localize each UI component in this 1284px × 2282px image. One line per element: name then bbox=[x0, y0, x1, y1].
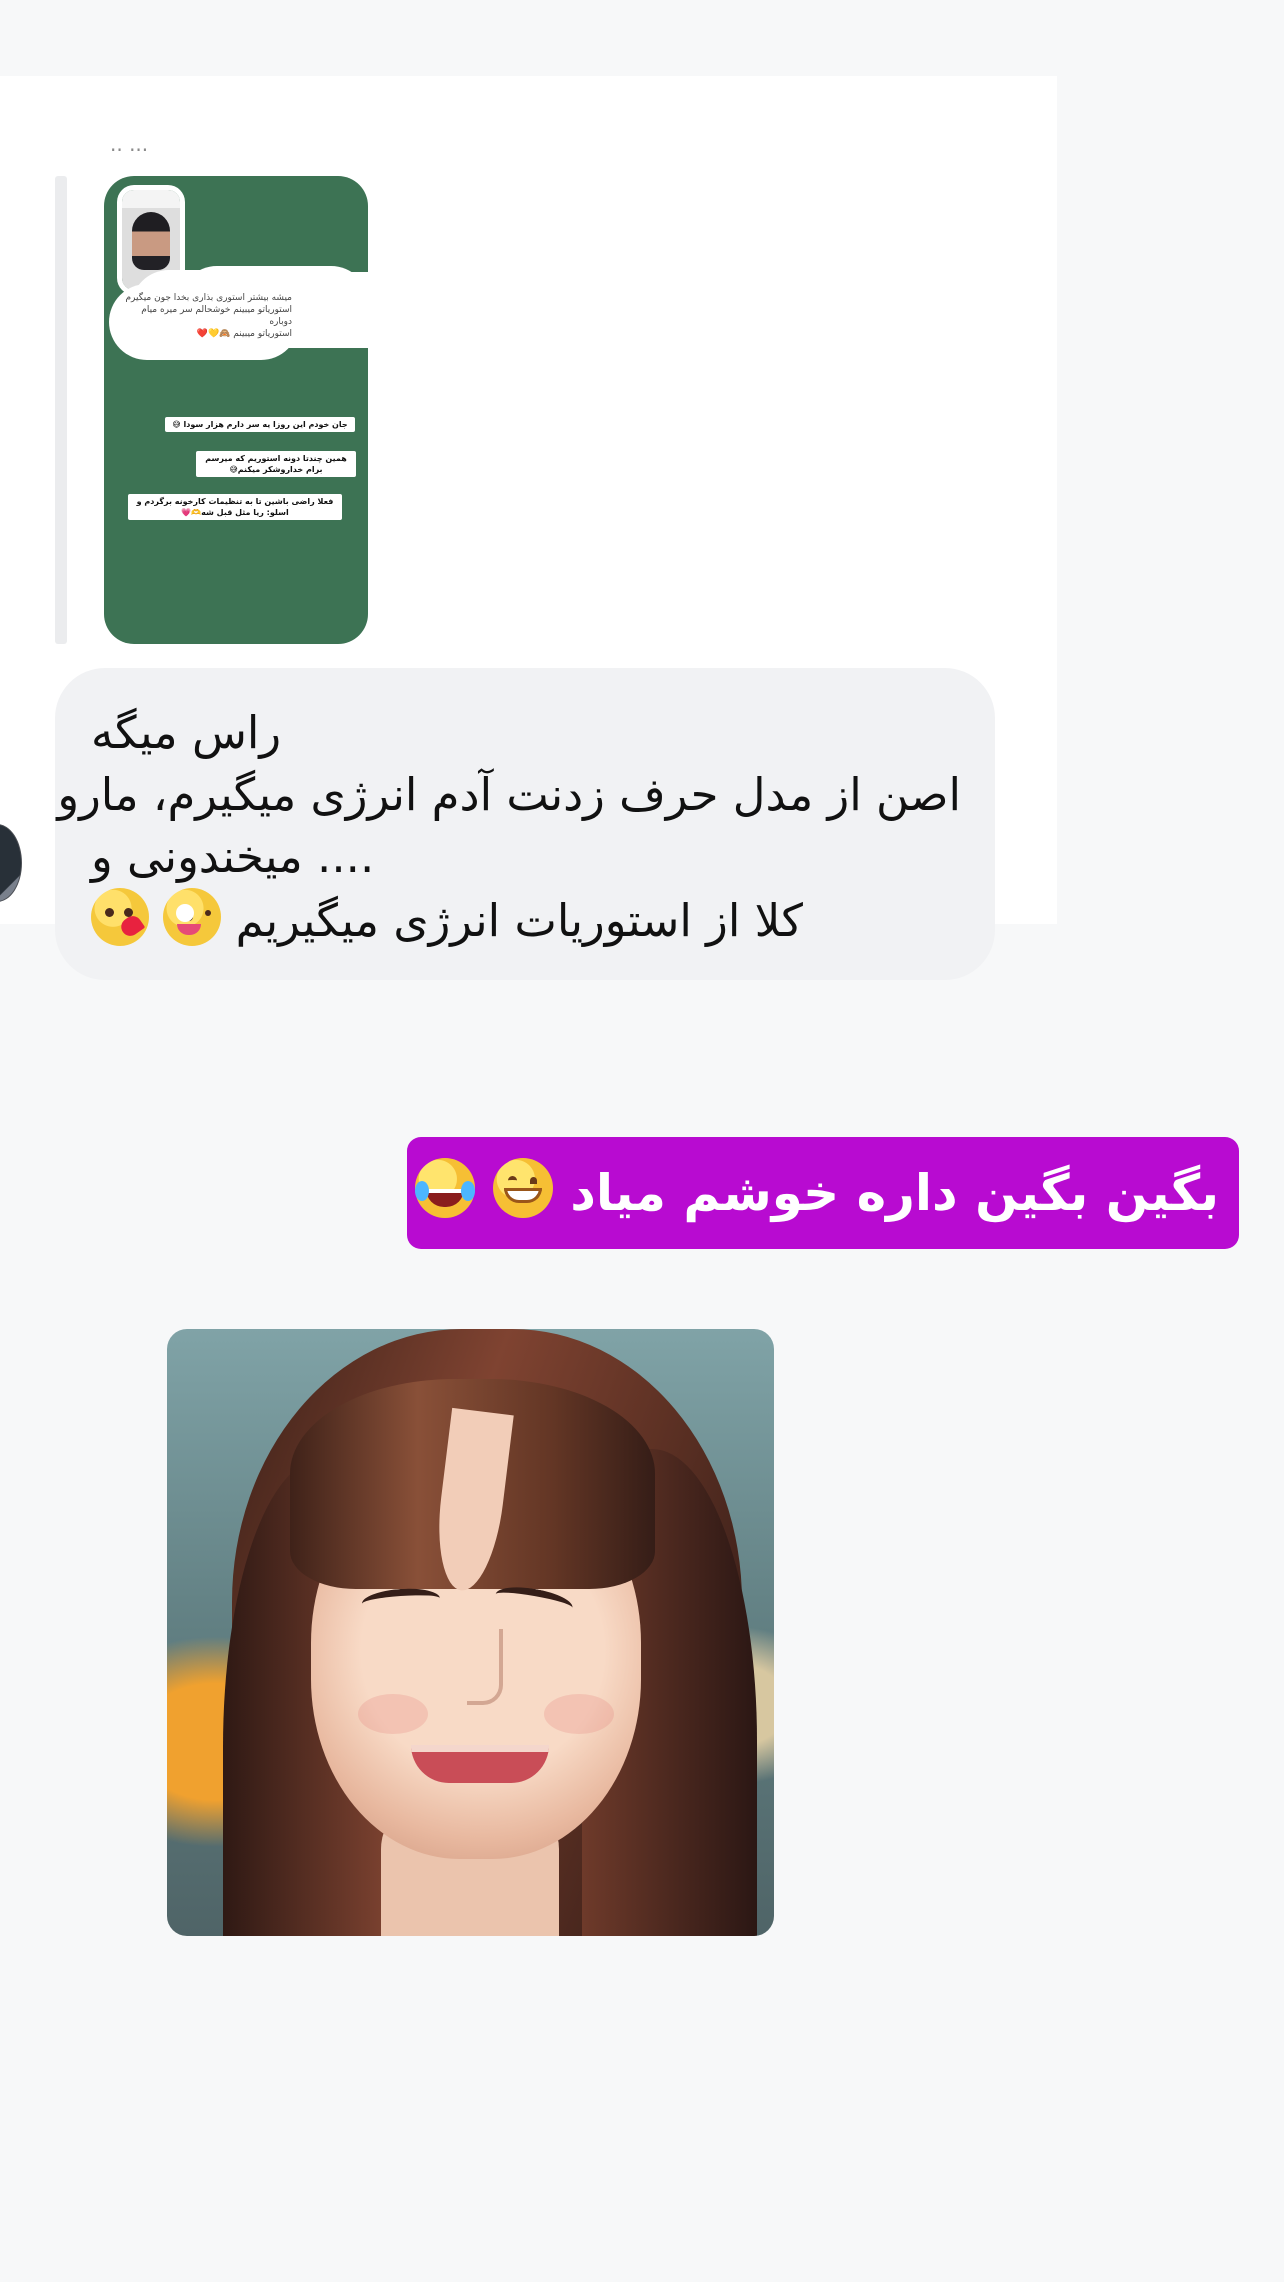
received-message-text: راس میگه اصن از مدل حرف زدنت آدم انرژی م… bbox=[57, 702, 961, 952]
reaction-image-mouth bbox=[411, 1745, 549, 1783]
reaction-image[interactable] bbox=[167, 1329, 774, 1936]
story-text-label: همین چندتا دونه استوریم که میرسم برام خد… bbox=[196, 451, 356, 477]
received-message-line: کلا از استوریات انرژی میگیریم bbox=[235, 894, 803, 947]
chat-history-card: ... .. میشه بیشتر استوری بذاری بخدا جون … bbox=[0, 76, 1057, 980]
winking-face-with-tongue-icon bbox=[163, 888, 222, 946]
story-comment-line: استوریاتو میبینم خوشحالم سر میره میام دو… bbox=[141, 305, 292, 327]
received-message-line: اصن از مدل حرف زدنت آدم انرژی میگیرم، ما… bbox=[57, 768, 961, 821]
face-with-tears-of-joy-icon bbox=[415, 1158, 476, 1218]
sent-message-bubble[interactable]: بگین بگین داره خوشم میاد bbox=[407, 1137, 1239, 1249]
story-comment-text: میشه بیشتر استوری بذاری بخدا جون میگیرم … bbox=[118, 292, 292, 340]
received-message-line-with-emojis: کلا از استوریات انرژی میگیریم bbox=[91, 888, 961, 952]
sent-message-text-with-emojis: بگین بگین داره خوشم میاد bbox=[415, 1158, 1219, 1228]
reply-rail bbox=[55, 176, 67, 644]
previous-message-fragment: ... .. bbox=[110, 136, 149, 154]
face-blowing-a-kiss-icon bbox=[91, 888, 149, 946]
received-message-bubble[interactable]: راس میگه اصن از مدل حرف زدنت آدم انرژی م… bbox=[55, 668, 995, 980]
reaction-image-cheek-left bbox=[358, 1694, 428, 1734]
reaction-image-nose bbox=[467, 1629, 503, 1705]
received-message-line: راس میگه bbox=[91, 706, 282, 759]
story-profile-photo bbox=[122, 190, 180, 290]
story-text-label: جان خودم این روزا یه سر دارم هزار سودا 😅 bbox=[165, 417, 355, 432]
reaction-image-cheek-right bbox=[544, 1694, 614, 1734]
story-comment-line: میشه بیشتر استوری بذاری بخدا جون میگیرم bbox=[125, 293, 292, 303]
grinning-face-with-smiling-eyes-icon bbox=[492, 1158, 553, 1218]
story-profile-photo-person bbox=[132, 212, 170, 270]
story-text-label: فعلا راضی باشین تا به تنظیمات کارخونه بر… bbox=[128, 494, 342, 520]
story-comment-line: استوریاتو میبینم 🙈💛❤️ bbox=[196, 329, 292, 339]
story-reply-thumbnail[interactable]: میشه بیشتر استوری بذاری بخدا جون میگیرم … bbox=[104, 176, 368, 644]
received-message-line: میخندونی و .... bbox=[91, 830, 375, 883]
sent-message-text: بگین بگین داره خوشم میاد bbox=[570, 1164, 1219, 1222]
